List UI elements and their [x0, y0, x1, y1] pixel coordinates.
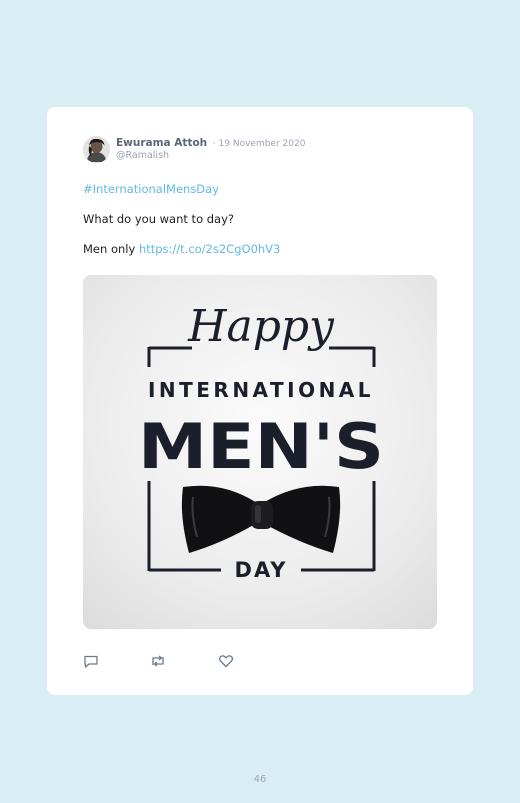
international-text: INTERNATIONAL	[148, 378, 374, 402]
bow-tie-icon	[181, 485, 341, 553]
mens-text: MEN'S	[138, 410, 384, 483]
avatar[interactable]	[83, 136, 110, 163]
tweet-text-line-2-text: Men only	[83, 242, 139, 256]
tweet-text-line-2: Men only https://t.co/2s2CgO0hV3	[83, 242, 280, 256]
mens-day-graphic: Happy INTERNATIONAL MEN'S DAY	[138, 301, 384, 582]
retweet-icon[interactable]	[150, 653, 166, 667]
tweet-url-link[interactable]: https://t.co/2s2CgO0hV3	[139, 242, 280, 256]
tweet-date[interactable]: · 19 November 2020	[213, 139, 306, 149]
day-text: DAY	[235, 558, 288, 582]
happy-script-text: Happy	[187, 301, 335, 352]
tweet-media-image[interactable]: Happy INTERNATIONAL MEN'S DAY	[83, 275, 437, 629]
author-handle[interactable]: @Ramalish	[116, 150, 169, 161]
tweet-text-line-1: What do you want to day?	[83, 212, 235, 226]
author-line: Ewurama Attoh · 19 November 2020	[116, 137, 305, 149]
hashtag-link[interactable]: #InternationalMensDay	[83, 182, 219, 196]
reply-icon[interactable]	[83, 653, 99, 668]
tweet-card: Ewurama Attoh · 19 November 2020 @Ramali…	[47, 107, 473, 695]
page-number: 46	[253, 774, 267, 785]
author-name[interactable]: Ewurama Attoh	[116, 137, 207, 149]
avatar-image	[83, 136, 110, 163]
heart-icon[interactable]	[218, 653, 234, 668]
